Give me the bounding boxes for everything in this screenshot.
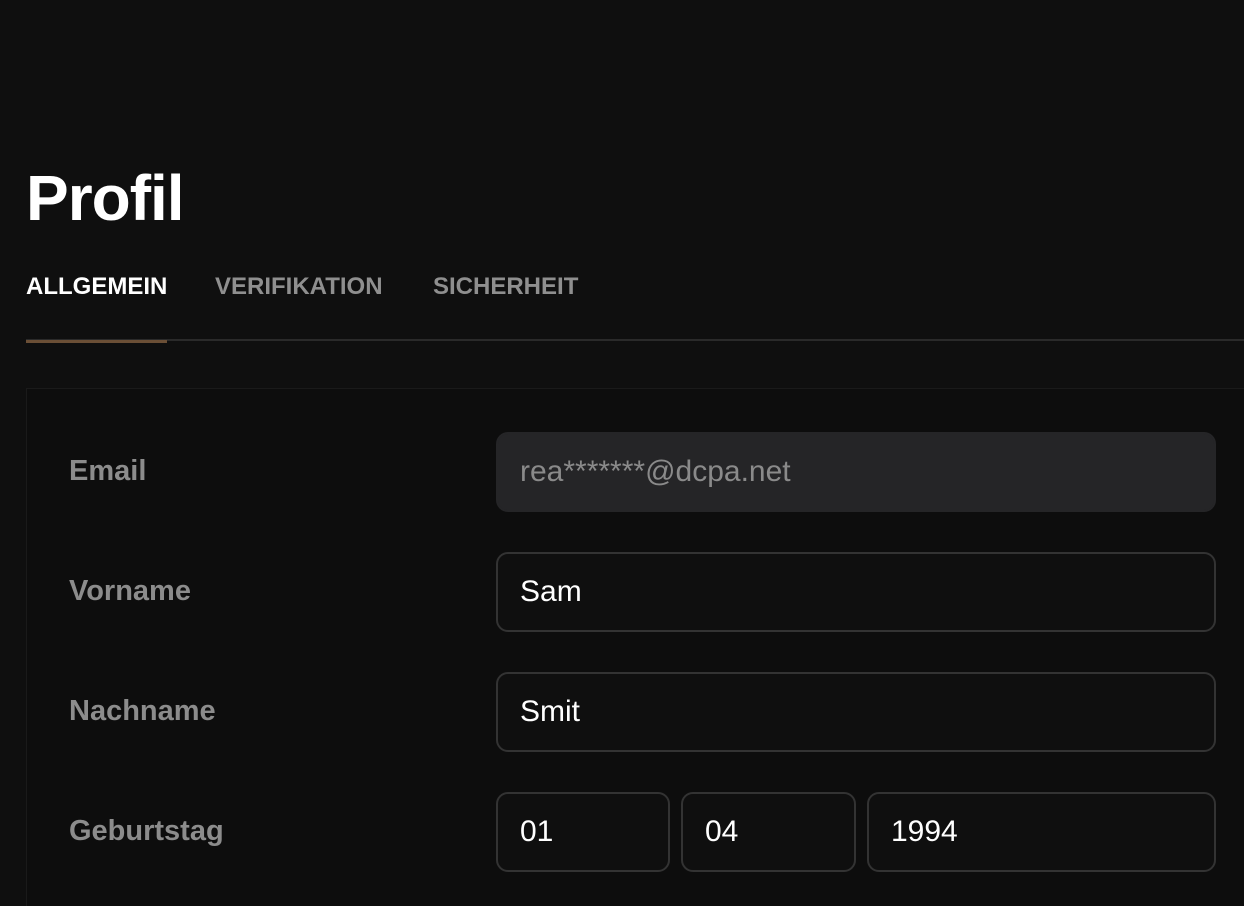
first-name-label: Vorname (69, 575, 191, 607)
email-label: Email (69, 455, 147, 487)
birthday-day-field[interactable]: 01 (496, 792, 670, 872)
tab-security[interactable]: SICHERHEIT (433, 262, 579, 341)
first-name-field[interactable]: Sam (496, 552, 1216, 632)
general-settings-panel: Email rea*******@dcpa.net Vorname Sam Na… (26, 388, 1244, 906)
profile-tabs: ALLGEMEIN VERIFIKATION SICHERHEIT (26, 262, 1244, 343)
birthday-month-field[interactable]: 04 (681, 792, 856, 872)
tab-general[interactable]: ALLGEMEIN (26, 262, 167, 343)
profile-page: Profil ALLGEMEIN VERIFIKATION SICHERHEIT… (0, 0, 1244, 906)
birthday-year-field[interactable]: 1994 (867, 792, 1216, 872)
email-field: rea*******@dcpa.net (496, 432, 1216, 512)
last-name-label: Nachname (69, 695, 216, 727)
last-name-field[interactable]: Smit (496, 672, 1216, 752)
page-title: Profil (26, 162, 185, 234)
tab-verification[interactable]: VERIFIKATION (215, 262, 385, 341)
birthday-label: Geburtstag (69, 815, 224, 847)
